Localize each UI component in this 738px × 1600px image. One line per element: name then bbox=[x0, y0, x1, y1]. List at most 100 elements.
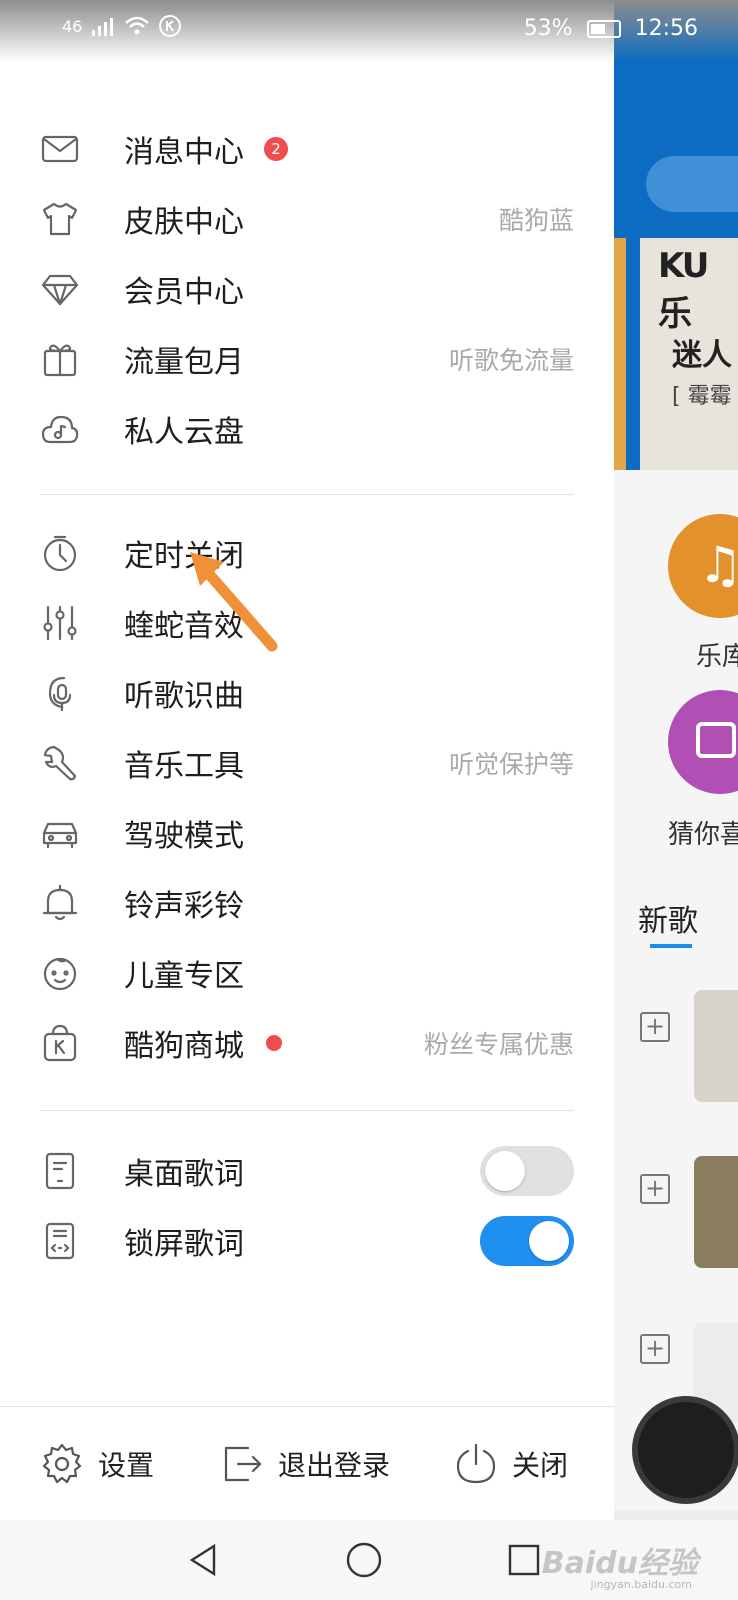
menu-label: 铃声彩铃 bbox=[124, 889, 244, 924]
menu-hint: 粉丝专属优惠 bbox=[423, 1030, 574, 1059]
music-note-icon: ♫ bbox=[698, 536, 738, 594]
clock: 12:56 bbox=[634, 16, 698, 41]
power-icon bbox=[456, 1443, 496, 1484]
menu-label: 驾驶模式 bbox=[124, 819, 244, 854]
menu-item-music-tools[interactable]: 音乐工具 听觉保护等 bbox=[0, 728, 614, 798]
bg-category-label: 猜你喜 bbox=[668, 820, 738, 850]
menu-label: 私人云盘 bbox=[124, 415, 244, 450]
add-icon[interactable]: + bbox=[640, 1334, 670, 1364]
menu-label: 听歌识曲 bbox=[124, 679, 244, 714]
section-divider bbox=[40, 1110, 574, 1111]
menu-item-vip[interactable]: 会员中心 bbox=[0, 254, 614, 324]
bg-banner-prev bbox=[614, 238, 626, 470]
menu-label: 皮肤中心 bbox=[124, 205, 244, 240]
now-playing-disc[interactable] bbox=[632, 1396, 738, 1504]
home-icon[interactable] bbox=[344, 1540, 384, 1580]
menu-label: 消息中心 bbox=[124, 135, 244, 170]
toggle-label: 桌面歌词 bbox=[124, 1157, 244, 1192]
bottom-divider bbox=[0, 1406, 614, 1407]
bg-banner-title: KU乐 bbox=[658, 246, 709, 334]
setting-desktop-lyrics: 桌面歌词 bbox=[0, 1136, 614, 1206]
side-drawer: 消息中心 2 皮肤中心 酷狗蓝 会员中心 流量包月 听歌免流量 私人云盘 定时关… bbox=[0, 0, 614, 1520]
baby-face-icon bbox=[40, 953, 80, 993]
menu-item-ringtones[interactable]: 铃声彩铃 bbox=[0, 868, 614, 938]
toggle-label: 锁屏歌词 bbox=[124, 1227, 244, 1262]
system-nav-bar: Baidu经验 jingyan.baidu.com bbox=[0, 1520, 738, 1600]
background-app-panel: KU乐 迷人 [ 霉霉 ♫ 乐库 猜你喜 新歌 + + + bbox=[614, 0, 738, 1600]
add-icon[interactable]: + bbox=[640, 1012, 670, 1042]
mic-recognition-icon bbox=[40, 673, 80, 713]
toggle-knob bbox=[529, 1221, 569, 1261]
menu-label: 儿童专区 bbox=[124, 959, 244, 994]
signal-icon bbox=[92, 18, 114, 36]
menu-hint: 听歌免流量 bbox=[448, 346, 574, 375]
menu-item-driving-mode[interactable]: 驾驶模式 bbox=[0, 798, 614, 868]
mail-icon bbox=[40, 129, 80, 169]
battery-percent: 53% bbox=[523, 16, 573, 41]
bg-banner-line: 迷人 bbox=[672, 338, 732, 373]
status-right: 53% 12:56 bbox=[524, 16, 698, 41]
bg-category-label: 乐库 bbox=[696, 642, 738, 672]
menu-label: 酷狗商城 bbox=[124, 1029, 244, 1064]
timer-icon bbox=[40, 533, 80, 573]
menu-item-kids-zone[interactable]: 儿童专区 bbox=[0, 938, 614, 1008]
gift-icon bbox=[40, 339, 80, 379]
equalizer-icon bbox=[40, 603, 80, 643]
diamond-icon bbox=[40, 269, 80, 309]
network-type: 46 bbox=[62, 16, 83, 36]
menu-item-messages[interactable]: 消息中心 2 bbox=[0, 114, 614, 184]
menu-item-sound-effects[interactable]: 蝰蛇音效 bbox=[0, 588, 614, 658]
section-divider bbox=[40, 494, 574, 495]
desktop-lyrics-toggle[interactable] bbox=[480, 1146, 574, 1196]
logout-icon bbox=[224, 1446, 262, 1482]
lockscreen-lyrics-toggle[interactable] bbox=[480, 1216, 574, 1266]
kugou-icon bbox=[159, 15, 182, 37]
bg-tab-indicator bbox=[650, 944, 692, 948]
recents-icon[interactable] bbox=[504, 1540, 544, 1580]
gear-icon bbox=[42, 1443, 82, 1484]
status-left: 46 bbox=[62, 14, 182, 38]
bg-banner-sub: [ 霉霉 bbox=[672, 384, 732, 409]
toggle-knob bbox=[485, 1151, 525, 1191]
radio-icon bbox=[696, 722, 736, 758]
menu-item-store[interactable]: 酷狗商城 粉丝专属优惠 bbox=[0, 1008, 614, 1078]
bg-search-bar[interactable] bbox=[646, 156, 738, 212]
menu-label: 会员中心 bbox=[124, 275, 244, 310]
lock-lyrics-icon bbox=[40, 1221, 80, 1261]
add-icon[interactable]: + bbox=[640, 1174, 670, 1204]
settings-button[interactable]: 设置 bbox=[40, 1434, 154, 1494]
menu-item-cloud[interactable]: 私人云盘 bbox=[0, 394, 614, 464]
menu-item-data-plan[interactable]: 流量包月 听歌免流量 bbox=[0, 324, 614, 394]
menu-label: 音乐工具 bbox=[124, 749, 244, 784]
unread-badge: 2 bbox=[264, 137, 288, 161]
wrench-icon bbox=[40, 743, 80, 783]
bg-tab-new-songs[interactable]: 新歌 bbox=[638, 896, 698, 940]
menu-hint: 酷狗蓝 bbox=[498, 206, 574, 235]
tshirt-icon bbox=[40, 199, 80, 239]
watermark-url: jingyan.baidu.com bbox=[590, 1578, 692, 1591]
wifi-icon bbox=[125, 16, 150, 35]
battery-icon bbox=[586, 19, 621, 38]
bell-icon bbox=[40, 883, 80, 923]
close-app-button[interactable]: 关闭 bbox=[454, 1434, 568, 1494]
car-icon bbox=[40, 813, 80, 853]
close-label: 关闭 bbox=[512, 1449, 569, 1482]
logout-label: 退出登录 bbox=[278, 1449, 391, 1482]
bg-song-cover[interactable] bbox=[694, 990, 738, 1102]
back-icon[interactable] bbox=[184, 1540, 224, 1580]
annotation-arrow bbox=[190, 552, 278, 652]
bg-song-cover[interactable] bbox=[694, 1156, 738, 1268]
settings-label: 设置 bbox=[98, 1449, 155, 1482]
menu-item-skin[interactable]: 皮肤中心 酷狗蓝 bbox=[0, 184, 614, 254]
status-bar: 46 53% 12:56 bbox=[0, 0, 738, 62]
shop-bag-icon bbox=[40, 1023, 80, 1063]
setting-lockscreen-lyrics: 锁屏歌词 bbox=[0, 1206, 614, 1276]
new-dot-badge bbox=[266, 1035, 282, 1051]
menu-label: 流量包月 bbox=[124, 345, 244, 380]
menu-item-sleep-timer[interactable]: 定时关闭 bbox=[0, 518, 614, 588]
menu-item-song-recognition[interactable]: 听歌识曲 bbox=[0, 658, 614, 728]
menu-hint: 听觉保护等 bbox=[448, 750, 574, 779]
watermark: Baidu经验 bbox=[541, 1546, 698, 1581]
cloud-music-icon bbox=[40, 409, 80, 449]
logout-button[interactable]: 退出登录 bbox=[220, 1434, 390, 1494]
